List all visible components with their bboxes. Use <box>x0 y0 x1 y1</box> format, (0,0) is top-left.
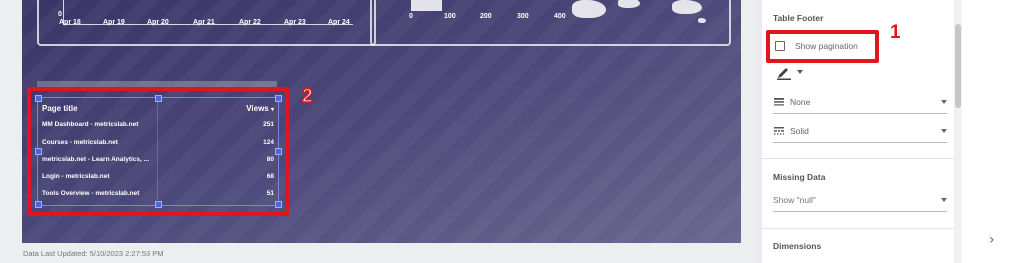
map-tick-label: 100 <box>444 13 456 20</box>
x-tick-label: Apr 23 <box>284 19 306 26</box>
map-landmass <box>672 0 702 14</box>
select-underline <box>773 211 947 212</box>
map-tick-label: 200 <box>480 13 492 20</box>
chevron-right-icon[interactable]: › <box>989 232 995 248</box>
geo-chart[interactable]: 0 100 200 300 400 <box>370 0 731 46</box>
missing-data-section-title: Missing Data <box>773 172 826 182</box>
report-canvas-area: 0 Apr 18 Apr 19 Apr 20 Apr 21 Apr 22 Apr… <box>0 0 756 263</box>
chevron-down-icon <box>941 100 947 104</box>
select-underline <box>773 113 947 114</box>
map-tick-label: 400 <box>554 13 566 20</box>
pen-icon[interactable] <box>776 66 792 80</box>
section-divider <box>762 228 954 229</box>
map-landmass <box>618 0 640 8</box>
chevron-down-icon <box>941 129 947 133</box>
border-weight-value: None <box>790 97 811 107</box>
x-tick-label: Apr 20 <box>147 19 169 26</box>
missing-data-value: Show "null" <box>773 195 816 205</box>
annotation-number-1: 1 <box>890 22 901 43</box>
time-series-chart[interactable]: 0 Apr 18 Apr 19 Apr 20 Apr 21 Apr 22 Apr… <box>37 0 376 46</box>
x-tick-label: Apr 24 <box>328 19 350 26</box>
line-style-icon <box>774 127 784 135</box>
x-tick-label: Apr 22 <box>239 19 261 26</box>
missing-data-select[interactable]: Show "null" <box>773 194 947 212</box>
table-footer-section-title: Table Footer <box>773 13 824 23</box>
last-updated-text: Data Last Updated: 5/10/2023 2:27:53 PM <box>23 249 164 258</box>
x-tick-label: Apr 19 <box>103 19 125 26</box>
chevron-down-icon <box>941 198 947 202</box>
x-tick-label: Apr 21 <box>193 19 215 26</box>
right-gutter <box>962 0 1024 263</box>
border-style-value: Solid <box>790 126 809 136</box>
dimensions-section-title: Dimensions <box>773 241 822 251</box>
select-underline <box>773 142 947 143</box>
annotation-number-2: 2 <box>301 85 313 108</box>
properties-panel: Table Footer Show pagination 1 None Soli… <box>762 0 954 263</box>
annotation-highlight-box-1 <box>766 30 879 63</box>
border-style-select[interactable]: Solid <box>773 125 947 143</box>
section-divider <box>762 158 954 159</box>
map-landmass <box>698 18 706 23</box>
line-weight-icon <box>774 98 784 106</box>
annotation-highlight-box-2 <box>27 87 289 216</box>
x-tick-label: Apr 18 <box>59 19 81 26</box>
map-tick-label: 0 <box>409 13 413 20</box>
report-page: 0 Apr 18 Apr 19 Apr 20 Apr 21 Apr 22 Apr… <box>22 0 741 243</box>
border-weight-select[interactable]: None <box>773 96 947 114</box>
chevron-down-icon[interactable] <box>797 70 803 74</box>
map-tick-label: 300 <box>517 13 529 20</box>
map-bar <box>411 0 442 11</box>
y-tick-label: 0 <box>58 11 62 18</box>
panel-scrollbar-thumb[interactable] <box>955 24 961 108</box>
map-landmass <box>572 0 606 18</box>
